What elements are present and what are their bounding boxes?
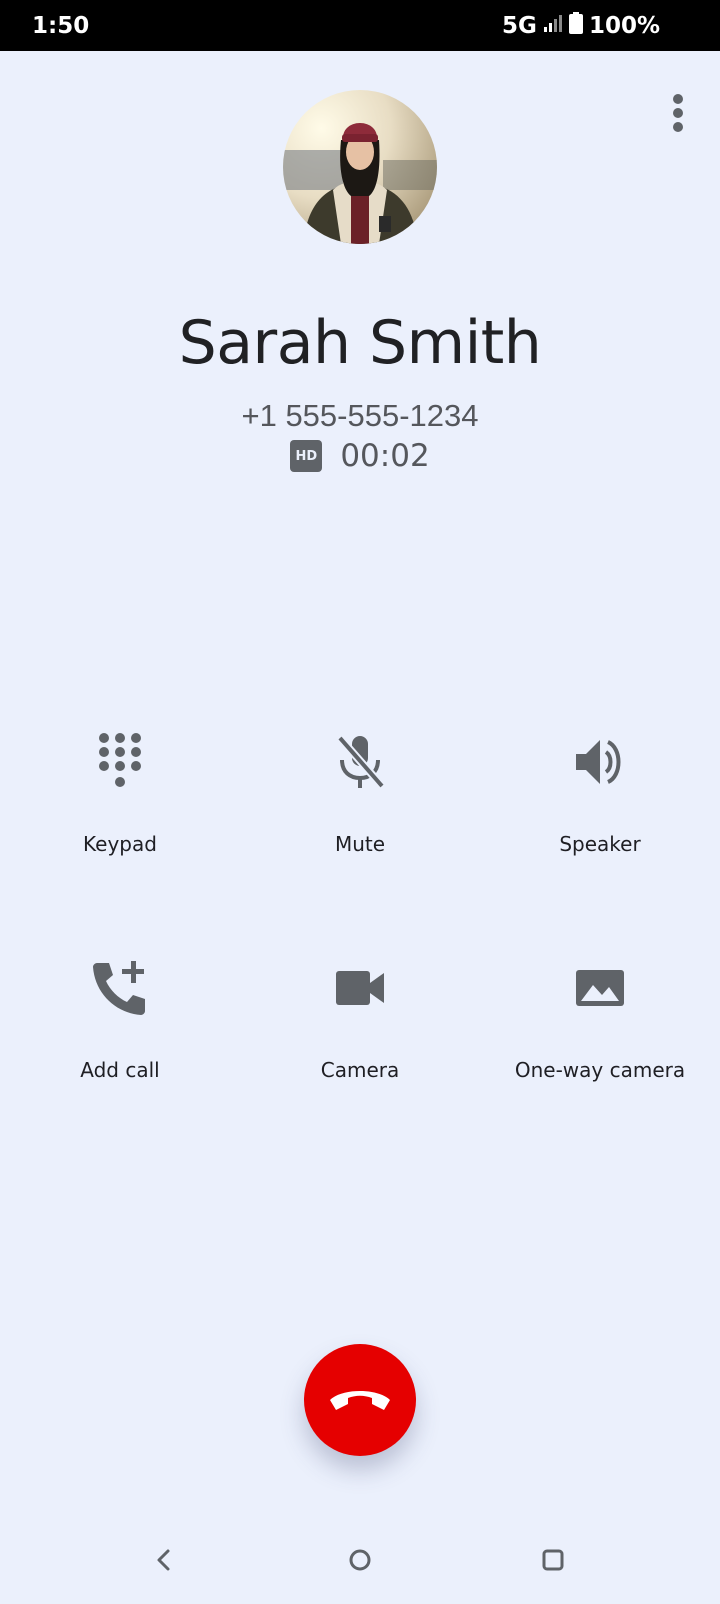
recents-button[interactable] — [529, 1536, 577, 1584]
landscape-photo-icon — [564, 952, 636, 1024]
status-indicators: 5G 100% — [502, 11, 660, 40]
caller-avatar — [283, 90, 437, 244]
mute-label: Mute — [334, 832, 386, 856]
add-call-icon — [84, 952, 156, 1024]
home-circle-icon — [349, 1549, 371, 1571]
recents-square-icon — [542, 1549, 564, 1571]
home-button[interactable] — [336, 1536, 384, 1584]
mute-button[interactable]: Mute — [240, 726, 480, 896]
one-way-camera-button[interactable]: One-way camera — [480, 952, 720, 1122]
speaker-label: Speaker — [559, 832, 641, 856]
battery-level: 100% — [588, 12, 660, 39]
one-way-camera-label: One-way camera — [514, 1058, 686, 1082]
battery-icon — [568, 11, 583, 40]
keypad-label: Keypad — [83, 832, 157, 856]
caller-number: +1 555-555-1234 — [241, 398, 479, 433]
status-bar: 1:50 5G 100% — [0, 0, 720, 51]
call-status: HD 00:02 — [0, 438, 720, 474]
back-chevron-icon — [157, 1549, 170, 1571]
more-options-button[interactable] — [655, 90, 701, 136]
dialpad-icon — [84, 726, 156, 798]
call-timer: 00:02 — [340, 438, 430, 474]
signal-icon — [543, 13, 563, 39]
camera-label: Camera — [320, 1058, 400, 1082]
call-end-icon — [330, 1391, 390, 1410]
caller-name: Sarah Smith — [178, 308, 542, 378]
back-button[interactable] — [140, 1536, 188, 1584]
navigation-bar — [0, 1530, 720, 1590]
add-call-button[interactable]: Add call — [0, 952, 240, 1122]
camera-button[interactable]: Camera — [240, 952, 480, 1122]
hd-icon: HD — [290, 440, 323, 472]
volume-up-icon — [564, 726, 636, 798]
mic-off-icon — [324, 726, 396, 798]
keypad-button[interactable]: Keypad — [0, 726, 240, 896]
more-vert-icon — [673, 94, 683, 132]
add-call-label: Add call — [80, 1058, 160, 1082]
end-call-button[interactable] — [304, 1344, 416, 1456]
network-type: 5G — [502, 12, 537, 39]
status-time: 1:50 — [32, 12, 90, 39]
videocam-icon — [324, 952, 396, 1024]
speaker-button[interactable]: Speaker — [480, 726, 720, 896]
